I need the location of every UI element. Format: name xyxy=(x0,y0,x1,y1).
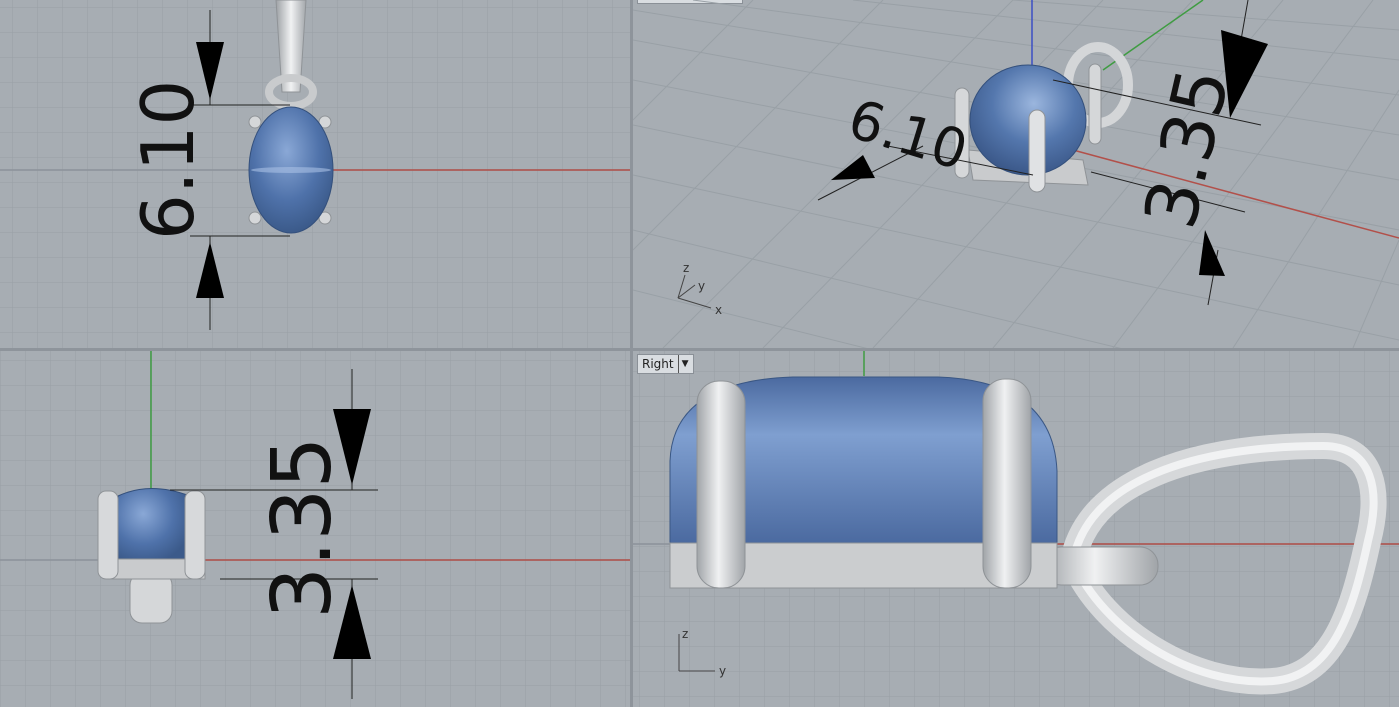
front-viewport[interactable]: 3.35 xyxy=(0,351,630,707)
bail xyxy=(129,572,173,624)
gemstone xyxy=(969,64,1087,176)
front-viewport-canvas: 3.35 xyxy=(0,351,630,707)
top-viewport-canvas: 6.10 xyxy=(0,0,630,348)
axis-label-z: z xyxy=(682,627,688,641)
viewport-tab-right[interactable]: Right ▼ xyxy=(637,354,694,374)
dimension-arrow-height-bottom xyxy=(1199,230,1225,276)
gemstone xyxy=(117,488,191,562)
axis-widget: z y x xyxy=(677,261,722,317)
axis-label-y: y xyxy=(719,664,726,678)
top-viewport[interactable]: 6.10 xyxy=(0,0,630,348)
axis-label-x: x xyxy=(715,303,722,317)
jump-ring xyxy=(1042,546,1159,586)
prong xyxy=(982,378,1032,589)
viewport-tab-label: Right xyxy=(642,357,674,371)
axis-label-z: z xyxy=(683,261,689,275)
dimension-label-height: 3.35 xyxy=(1128,61,1246,236)
perspective-viewport-canvas: 6.10 3.35 z y x xyxy=(633,0,1399,348)
prong xyxy=(696,380,746,589)
rhino-viewport-layout: 6.10 6.10 3.35 z y x 3.35 z y Right ▼ xyxy=(0,0,1399,707)
dimension-label: 6.10 xyxy=(126,80,210,240)
chevron-down-icon[interactable]: ▼ xyxy=(677,355,689,373)
right-viewport[interactable]: z y Right ▼ xyxy=(633,351,1399,707)
perspective-viewport[interactable]: 6.10 3.35 z y x xyxy=(633,0,1399,348)
dimension-label: 3.35 xyxy=(255,436,350,619)
right-viewport-canvas: z y xyxy=(633,351,1399,707)
axis-label-y: y xyxy=(698,279,705,293)
